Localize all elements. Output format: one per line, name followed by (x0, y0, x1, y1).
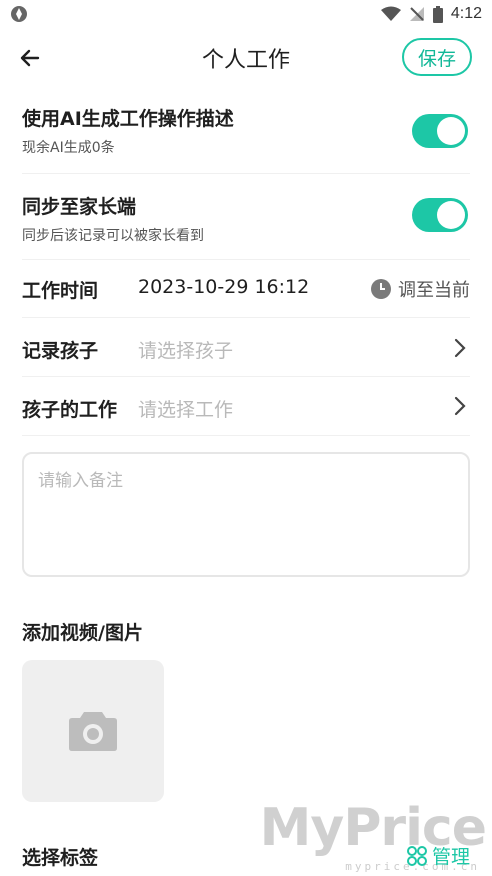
save-button[interactable]: 保存 (402, 38, 472, 76)
header: 个人工作 保存 (0, 30, 492, 86)
ai-generate-toggle[interactable] (412, 114, 468, 148)
app-icon (11, 6, 27, 22)
adjust-to-now-button[interactable]: 调至当前 (370, 276, 470, 302)
media-section-title: 添加视频/图片 (22, 622, 143, 644)
chevron-right-icon (454, 396, 466, 416)
battery-icon (432, 5, 443, 23)
sync-parent-toggle[interactable] (412, 198, 468, 232)
ai-generate-row: 使用AI生成工作操作描述 现余AI生成0条 (22, 104, 470, 174)
clock-icon (371, 279, 391, 299)
adjust-to-now-label: 调至当前 (398, 280, 470, 301)
status-bar: 4:12 (0, 0, 492, 28)
record-child-row[interactable]: 记录孩子 请选择孩子 (22, 318, 470, 377)
manage-label: 管理 (431, 846, 470, 868)
note-textarea[interactable]: 请输入备注 (22, 452, 470, 577)
note-placeholder: 请输入备注 (38, 471, 123, 491)
work-time-value[interactable]: 2023-10-29 16:12 (138, 276, 309, 298)
work-time-label: 工作时间 (22, 280, 99, 302)
status-time: 4:12 (450, 5, 482, 22)
sync-parent-title: 同步至家长端 (22, 196, 137, 218)
record-child-placeholder: 请选择孩子 (138, 340, 234, 362)
tags-section-title: 选择标签 (22, 847, 99, 869)
sync-parent-subtitle: 同步后该记录可以被家长看到 (22, 228, 204, 244)
ai-remaining-text: 现余AI生成0条 (22, 140, 115, 156)
child-work-label: 孩子的工作 (22, 399, 118, 421)
wifi-icon (380, 6, 401, 21)
grid-icon (406, 845, 427, 866)
camera-icon (69, 712, 117, 751)
work-time-row: 工作时间 2023-10-29 16:12 调至当前 (22, 260, 470, 318)
sync-parent-row: 同步至家长端 同步后该记录可以被家长看到 (22, 192, 470, 260)
no-signal-icon (409, 7, 424, 21)
manage-tags-button[interactable]: 管理 (406, 842, 470, 869)
child-work-row[interactable]: 孩子的工作 请选择工作 (22, 377, 470, 436)
toggle-knob (437, 117, 465, 145)
ai-generate-title: 使用AI生成工作操作描述 (22, 108, 234, 130)
child-work-placeholder: 请选择工作 (138, 399, 234, 421)
toggle-knob (437, 201, 465, 229)
add-media-button[interactable] (22, 660, 164, 802)
record-child-label: 记录孩子 (22, 340, 99, 362)
chevron-right-icon (454, 338, 466, 358)
